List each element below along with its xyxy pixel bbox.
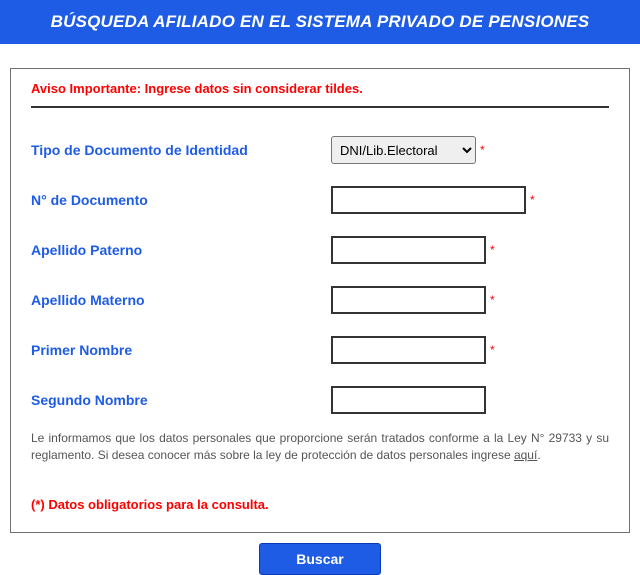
- important-notice: Aviso Importante: Ingrese datos sin cons…: [31, 81, 609, 96]
- label-doc-num: N° de Documento: [31, 192, 331, 208]
- required-fields-note: (*) Datos obligatorios para la consulta.: [31, 497, 609, 512]
- ap-pat-input[interactable]: [331, 236, 486, 264]
- doc-num-input[interactable]: [331, 186, 526, 214]
- divider: [31, 106, 609, 108]
- field-nom1: *: [331, 336, 495, 364]
- page-title: BÚSQUEDA AFILIADO EN EL SISTEMA PRIVADO …: [0, 0, 640, 44]
- row-doc-num: N° de Documento *: [31, 186, 609, 214]
- nom2-input[interactable]: [331, 386, 486, 414]
- button-row: Buscar: [0, 543, 640, 575]
- disclaimer-suffix: .: [537, 448, 540, 462]
- search-panel: Aviso Importante: Ingrese datos sin cons…: [10, 68, 630, 533]
- field-doc-num: *: [331, 186, 535, 214]
- row-nom1: Primer Nombre *: [31, 336, 609, 364]
- label-ap-mat: Apellido Materno: [31, 292, 331, 308]
- field-ap-pat: *: [331, 236, 495, 264]
- field-doc-type: DNI/Lib.Electoral *: [331, 136, 485, 164]
- label-nom1: Primer Nombre: [31, 342, 331, 358]
- required-mark: *: [490, 243, 495, 257]
- required-mark: *: [490, 343, 495, 357]
- field-nom2: [331, 386, 490, 414]
- label-ap-pat: Apellido Paterno: [31, 242, 331, 258]
- search-button[interactable]: Buscar: [259, 543, 380, 575]
- nom1-input[interactable]: [331, 336, 486, 364]
- disclaimer-link[interactable]: aquí: [514, 448, 537, 462]
- row-ap-pat: Apellido Paterno *: [31, 236, 609, 264]
- row-doc-type: Tipo de Documento de Identidad DNI/Lib.E…: [31, 136, 609, 164]
- doc-type-select[interactable]: DNI/Lib.Electoral: [331, 136, 476, 164]
- required-mark: *: [480, 143, 485, 157]
- label-doc-type: Tipo de Documento de Identidad: [31, 142, 331, 158]
- label-nom2: Segundo Nombre: [31, 392, 331, 408]
- row-ap-mat: Apellido Materno *: [31, 286, 609, 314]
- required-mark: *: [530, 193, 535, 207]
- page-container: BÚSQUEDA AFILIADO EN EL SISTEMA PRIVADO …: [0, 0, 640, 575]
- required-mark: *: [490, 293, 495, 307]
- row-nom2: Segundo Nombre: [31, 386, 609, 414]
- privacy-disclaimer: Le informamos que los datos personales q…: [31, 430, 609, 465]
- field-ap-mat: *: [331, 286, 495, 314]
- ap-mat-input[interactable]: [331, 286, 486, 314]
